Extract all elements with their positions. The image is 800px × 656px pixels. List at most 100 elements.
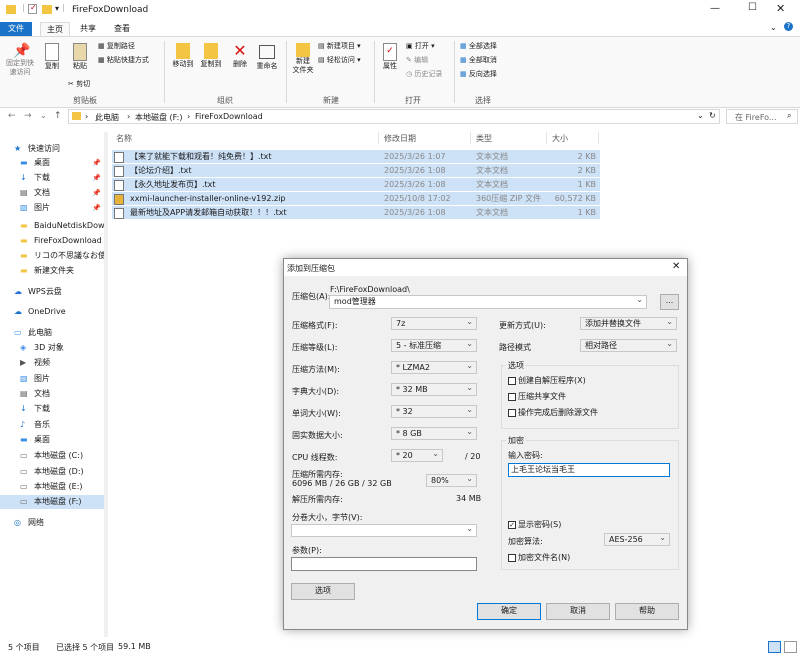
paste-button[interactable]: 粘贴: [68, 43, 92, 71]
breadcrumb-this-pc[interactable]: 此电脑: [95, 112, 119, 123]
mem-usage-select[interactable]: 80%: [426, 473, 477, 487]
close-button[interactable]: ✕: [776, 2, 785, 15]
nav-item[interactable]: ▬ 桌面 📌: [0, 156, 104, 170]
nav-item[interactable]: ▭ 此电脑: [0, 326, 104, 340]
table-row[interactable]: 【论坛介绍】.txt 2025/3/26 1:08 文本文档 2 KB: [112, 164, 600, 178]
show-password-checkbox[interactable]: 显示密码(S): [508, 519, 561, 530]
table-row[interactable]: 最新地址及APP请发邮箱自动获取！！！.txt 2025/3/26 1:08 文本文…: [112, 206, 600, 220]
qa-dropdown-icon[interactable]: ▾: [55, 4, 59, 13]
search-icon[interactable]: ⌕: [787, 111, 791, 121]
history-button[interactable]: ◷ 历史记录: [406, 69, 442, 79]
copy-path-button[interactable]: ▦ 复制路径: [98, 41, 135, 51]
properties-button[interactable]: ✓ 属性: [378, 43, 402, 71]
refresh-icon[interactable]: ↻: [709, 111, 716, 120]
open-button[interactable]: ▣ 打开 ▾: [406, 41, 435, 51]
back-button[interactable]: ←: [8, 111, 16, 121]
tab-view[interactable]: 查看: [110, 22, 134, 36]
table-row[interactable]: 【永久地址发布页】.txt 2025/3/26 1:08 文本文档 1 KB: [112, 178, 600, 192]
search-box[interactable]: 在 FireFo... ⌕: [726, 109, 798, 124]
maximize-button[interactable]: ☐: [748, 2, 757, 13]
column-size[interactable]: 大小: [552, 133, 568, 144]
details-view-icon[interactable]: [768, 641, 781, 653]
large-icons-view-icon[interactable]: [784, 641, 797, 653]
nav-item[interactable]: ▬ FireFoxDownload: [0, 234, 104, 248]
pin-icon[interactable]: 📌: [92, 171, 101, 185]
dict-select[interactable]: * 32 MB: [391, 382, 477, 396]
pin-quick-access-button[interactable]: 📌 固定到快 速访问: [6, 43, 34, 77]
archive-name-combo[interactable]: mod管理器: [329, 294, 647, 309]
ok-button[interactable]: 确定: [477, 603, 541, 620]
new-folder-button[interactable]: 新建 文件夹: [290, 43, 316, 75]
pin-icon[interactable]: 📌: [92, 156, 101, 170]
enc-method-select[interactable]: AES-256: [604, 532, 670, 546]
table-row[interactable]: xxmi-launcher-installer-online-v192.zip 2…: [112, 192, 600, 206]
properties-qa-icon[interactable]: ✓: [28, 3, 37, 14]
nav-item[interactable]: ▤ 文档: [0, 387, 104, 401]
nav-item[interactable]: ▬ リコの不思議なお使: [0, 249, 104, 263]
minimize-button[interactable]: —: [710, 3, 720, 14]
nav-item[interactable]: ◈ 3D 对象: [0, 341, 104, 355]
breadcrumb-drive[interactable]: 本地磁盘 (F:): [135, 112, 182, 123]
browse-button[interactable]: ...: [660, 294, 679, 310]
delete-source-check-box[interactable]: [508, 408, 516, 417]
help-icon[interactable]: ?: [784, 22, 793, 31]
encrypt-names-check-box[interactable]: [508, 553, 516, 562]
nav-item[interactable]: ♪ 音乐: [0, 418, 104, 432]
move-to-button[interactable]: 移动到: [170, 43, 196, 69]
options-button[interactable]: 选项: [291, 583, 355, 600]
cpu-select[interactable]: * 20: [391, 448, 443, 462]
rename-button[interactable]: 重命名: [254, 43, 280, 71]
path-mode-select[interactable]: 相对路径: [580, 338, 677, 352]
nav-item[interactable]: ☁ WPS云盘: [0, 285, 104, 299]
method-select[interactable]: * LZMA2: [391, 360, 477, 374]
select-none-button[interactable]: ▦ 全部取消: [460, 55, 497, 65]
format-select[interactable]: 7z: [391, 316, 477, 330]
shared-checkbox[interactable]: 压缩共享文件: [508, 391, 566, 402]
ribbon-collapse-icon[interactable]: ⌄: [770, 23, 777, 32]
address-dropdown-icon[interactable]: ⌄: [697, 111, 704, 120]
column-name[interactable]: 名称: [116, 133, 132, 144]
new-item-button[interactable]: ▤ 新建项目 ▾: [318, 41, 361, 51]
pin-icon[interactable]: 📌: [92, 186, 101, 200]
up-button[interactable]: ↑: [54, 111, 62, 121]
solid-select[interactable]: * 8 GB: [391, 426, 477, 440]
nav-item[interactable]: ▬ 桌面: [0, 433, 104, 447]
help-button[interactable]: 帮助: [615, 603, 679, 620]
paste-shortcut-button[interactable]: ▦ 粘贴快捷方式: [98, 55, 149, 65]
show-password-check-box[interactable]: [508, 520, 516, 529]
forward-button[interactable]: →: [24, 111, 32, 121]
copy-button[interactable]: 复制: [40, 43, 64, 71]
nav-item[interactable]: ▶ 视频: [0, 356, 104, 370]
invert-selection-button[interactable]: ▦ 反向选择: [460, 69, 497, 79]
encrypt-names-checkbox[interactable]: 加密文件名(N): [508, 552, 570, 563]
cancel-button[interactable]: 取消: [546, 603, 610, 620]
address-bar[interactable]: › 此电脑 › 本地磁盘 (F:) › FireFoxDownload ⌄ ↻: [68, 109, 720, 124]
word-select[interactable]: * 32: [391, 404, 477, 418]
shared-check-box[interactable]: [508, 392, 516, 401]
update-select[interactable]: 添加并替换文件: [580, 316, 677, 330]
split-combo[interactable]: [291, 523, 477, 537]
tab-share[interactable]: 共享: [76, 22, 100, 36]
nav-item[interactable]: ▬ BaiduNetdiskDow: [0, 219, 104, 233]
sfx-checkbox[interactable]: 创建自解压程序(X): [508, 375, 586, 386]
nav-item[interactable]: ↓ 下载 📌: [0, 171, 104, 185]
nav-item[interactable]: ★ 快速访问: [0, 142, 104, 156]
copy-to-button[interactable]: 复制到: [198, 43, 224, 69]
password-input[interactable]: 上毛王论坛当毛王: [508, 463, 670, 477]
dialog-close-button[interactable]: ✕: [672, 261, 680, 272]
pin-icon[interactable]: 📌: [92, 201, 101, 215]
delete-button[interactable]: ✕ 删除: [230, 43, 250, 69]
nav-item[interactable]: ▭ 本地磁盘 (F:): [0, 495, 104, 509]
select-all-button[interactable]: ▦ 全部选择: [460, 41, 497, 51]
table-row[interactable]: 【来了就能下载和观看！纯免费！】.txt 2025/3/26 1:07 文本文档 2 …: [112, 150, 600, 164]
nav-item[interactable]: ▭ 本地磁盘 (D:): [0, 465, 104, 479]
nav-item[interactable]: ☁ OneDrive: [0, 305, 104, 319]
nav-item[interactable]: ▭ 本地磁盘 (C:): [0, 449, 104, 463]
nav-item[interactable]: ▧ 图片: [0, 372, 104, 386]
easy-access-button[interactable]: ▤ 轻松访问 ▾: [318, 55, 361, 65]
search-input[interactable]: 在 FireFo...: [735, 112, 777, 123]
breadcrumb-folder[interactable]: FireFoxDownload: [195, 112, 263, 121]
level-select[interactable]: 5 - 标准压缩: [391, 338, 477, 352]
cut-button[interactable]: ✂ 剪切: [68, 79, 90, 89]
delete-source-checkbox[interactable]: 操作完成后删除源文件: [508, 407, 598, 418]
